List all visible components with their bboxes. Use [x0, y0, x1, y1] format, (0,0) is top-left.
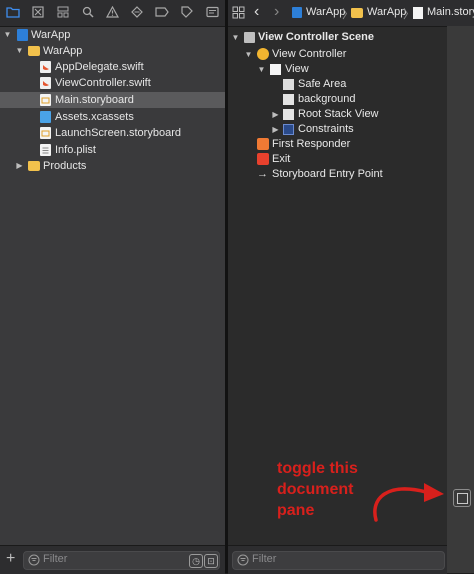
navigator-filter-field[interactable]: Filter ◷ ⊡	[23, 551, 220, 570]
search-icon[interactable]	[81, 6, 95, 20]
filter-icon	[237, 554, 249, 569]
breadcrumb-item[interactable]: WarApp	[367, 6, 406, 18]
breadcrumb-item[interactable]: Main.story	[427, 6, 474, 18]
navigator-item-label: ViewController.swift	[55, 77, 151, 89]
navigator-item-label: Products	[43, 160, 87, 172]
outline-item-label: Root Stack View	[298, 108, 379, 120]
plist-file-icon	[40, 144, 51, 156]
navigator-item-label: AppDelegate.swift	[55, 61, 144, 73]
outline-item-label: View	[285, 63, 309, 75]
image-view-icon	[283, 94, 294, 105]
outline-item-label: First Responder	[272, 138, 351, 150]
related-items-icon[interactable]	[232, 6, 245, 22]
safe-area-icon	[283, 79, 294, 90]
view-controller-icon	[257, 48, 269, 60]
tag-icon[interactable]	[180, 6, 194, 20]
report-icon[interactable]	[205, 6, 219, 20]
breadcrumb-item[interactable]: WarApp	[306, 6, 345, 18]
scm-filter-icon[interactable]: ⊡	[204, 554, 218, 568]
project-icon	[292, 7, 302, 18]
filter-placeholder: Filter	[43, 553, 68, 565]
scene-icon	[244, 32, 255, 43]
source-control-icon[interactable]	[31, 6, 45, 20]
chevron-down-icon[interactable]: ▼	[257, 62, 266, 77]
navigator-item-label: WarApp	[31, 29, 71, 41]
stack-view-icon	[283, 109, 294, 120]
navigator-item-label: WarApp	[43, 45, 83, 57]
chevron-down-icon[interactable]: ▼	[244, 47, 253, 62]
outline-item-label: Constraints	[298, 123, 354, 135]
arrow-right-icon: →	[257, 168, 268, 180]
navigator-item-group[interactable]: ▶ Products	[0, 158, 225, 174]
navigator-item-file-selected[interactable]: Main.storyboard	[0, 92, 225, 108]
folder-icon	[28, 46, 40, 56]
navigator-item-group[interactable]: ▼ WarApp	[0, 43, 225, 59]
folder-icon	[351, 8, 363, 18]
annotation-arrow-icon	[373, 483, 444, 522]
navigator-item-file[interactable]: AppDelegate.swift	[0, 59, 225, 75]
breakpoint-icon[interactable]	[155, 6, 169, 20]
navigator-item-file[interactable]: Info.plist	[0, 142, 225, 158]
outline-item-label: View Controller Scene	[258, 31, 374, 43]
navigator-item-label: Info.plist	[55, 144, 96, 156]
chevron-right-icon[interactable]: ▶	[271, 107, 280, 122]
hierarchy-icon[interactable]	[56, 6, 70, 20]
navigator-filter-bar: + Filter ◷ ⊡	[0, 545, 225, 574]
navigator-item-label: LaunchScreen.storyboard	[55, 127, 181, 139]
outline-item-label: Exit	[272, 153, 291, 165]
folder-icon	[28, 161, 40, 171]
chevron-right-icon[interactable]: ▶	[15, 158, 24, 174]
storyboard-file-icon	[40, 127, 51, 139]
first-responder-icon	[257, 138, 269, 150]
back-arrow-icon[interactable]: ‹	[254, 3, 259, 21]
storyboard-file-icon	[40, 94, 51, 106]
forward-arrow-icon[interactable]: ›	[274, 3, 279, 21]
outline-filter-bar: Filter	[228, 545, 447, 574]
chevron-right-icon[interactable]: ▶	[271, 122, 280, 137]
constraints-icon	[283, 124, 294, 135]
navigator-toolbar	[0, 0, 225, 27]
outline-item-label: Storyboard Entry Point	[272, 168, 383, 180]
chevron-down-icon[interactable]: ▼	[15, 43, 24, 59]
chevron-down-icon[interactable]: ▼	[3, 27, 12, 43]
sidebar-icon	[457, 493, 468, 504]
chevron-down-icon[interactable]: ▼	[231, 30, 240, 45]
folder-icon[interactable]	[6, 6, 20, 20]
outline-filter-field[interactable]: Filter	[232, 551, 445, 570]
view-icon	[270, 64, 281, 75]
editor-jump-bar: ‹ › WarApp 〉 WarApp 〉 Main.story	[228, 0, 474, 27]
swift-file-icon	[40, 61, 51, 73]
filter-icon	[28, 554, 40, 569]
swift-file-icon	[40, 77, 51, 89]
project-icon	[17, 29, 28, 41]
storyboard-file-icon	[413, 7, 423, 19]
outline-item-label: background	[298, 93, 356, 105]
add-button[interactable]: +	[6, 550, 15, 568]
navigator-item-label: Main.storyboard	[55, 94, 134, 106]
outline-item-label: View Controller	[272, 48, 347, 60]
exit-icon	[257, 153, 269, 165]
warning-icon[interactable]	[105, 5, 119, 20]
navigator-item-file[interactable]: LaunchScreen.storyboard	[0, 125, 225, 141]
outline-item-label: Safe Area	[298, 78, 347, 90]
navigator-item-label: Assets.xcassets	[55, 111, 134, 123]
navigator-item-file[interactable]: ViewController.swift	[0, 75, 225, 91]
clock-icon[interactable]: ◷	[189, 554, 203, 568]
navigator-item-file[interactable]: Assets.xcassets	[0, 109, 225, 125]
assets-icon	[40, 111, 51, 123]
test-diamond-icon[interactable]	[130, 6, 144, 20]
filter-placeholder: Filter	[252, 553, 277, 565]
navigator-item-project[interactable]: ▼ WarApp	[0, 27, 225, 43]
